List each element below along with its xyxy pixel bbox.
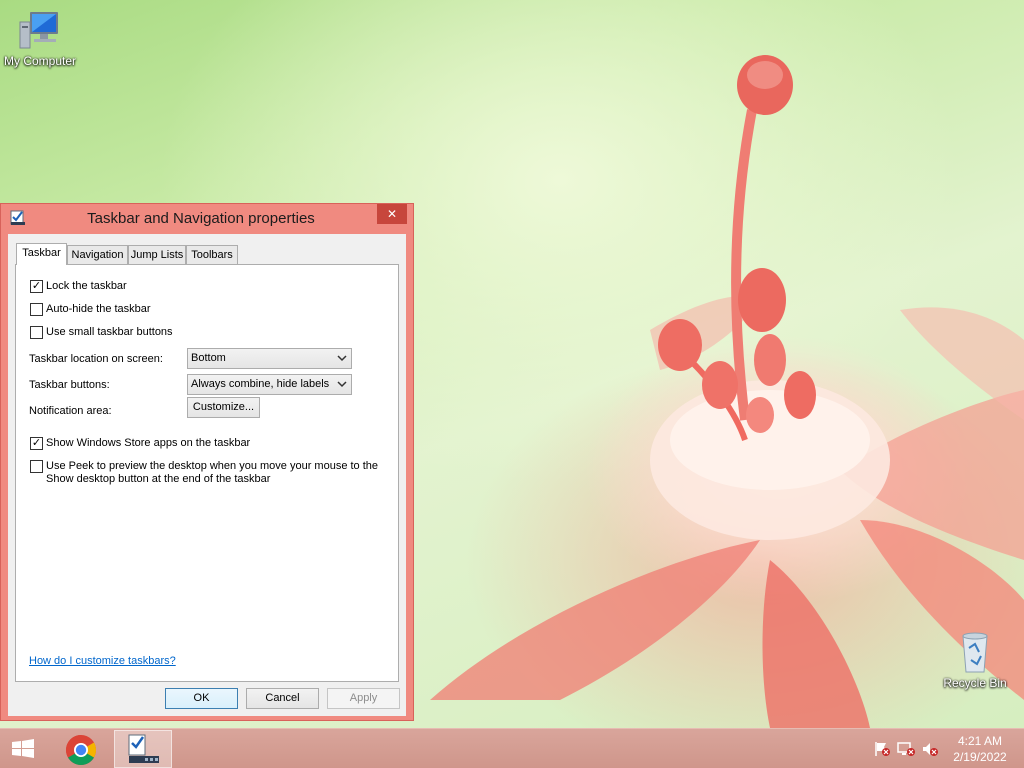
tab-jump-lists[interactable]: Jump Lists [128, 245, 186, 264]
small-buttons-label: Use small taskbar buttons [46, 326, 173, 338]
lock-taskbar-checkbox[interactable]: ✓ [30, 280, 43, 293]
auto-hide-label: Auto-hide the taskbar [46, 303, 151, 315]
title-bar[interactable]: Taskbar and Navigation properties ✕ [1, 204, 413, 232]
tab-navigation[interactable]: Navigation [67, 245, 128, 264]
desktop-icon-my-computer[interactable]: My Computer [0, 10, 80, 68]
tab-taskbar[interactable]: Taskbar [16, 243, 67, 265]
tab-toolbars[interactable]: Toolbars [186, 245, 238, 264]
start-icon [12, 739, 34, 758]
system-clock[interactable]: 4:21 AM 2/19/2022 [940, 733, 1020, 765]
taskbar-location-value: Bottom [191, 352, 226, 364]
action-center-flag-icon[interactable] [873, 741, 891, 757]
taskbar-chrome-button[interactable] [52, 730, 110, 768]
store-apps-label: Show Windows Store apps on the taskbar [46, 437, 251, 449]
cancel-button[interactable]: Cancel [246, 688, 319, 709]
taskbar-buttons-label: Taskbar buttons: [29, 379, 110, 391]
recycle-bin-icon [962, 632, 988, 673]
chrome-icon [65, 735, 97, 766]
help-link[interactable]: How do I customize taskbars? [29, 655, 176, 667]
taskbar-properties-dialog: Taskbar and Navigation properties ✕ Task… [0, 203, 414, 721]
apply-button[interactable]: Apply [327, 688, 400, 709]
chevron-down-icon [337, 355, 347, 362]
taskbar-buttons-select[interactable]: Always combine, hide labels [187, 374, 352, 395]
taskbar-properties-button[interactable] [114, 730, 172, 768]
customize-button[interactable]: Customize... [187, 397, 260, 418]
start-button[interactable] [8, 737, 38, 761]
auto-hide-checkbox[interactable] [30, 303, 43, 316]
taskbar-properties-icon [128, 734, 159, 763]
lock-taskbar-label: Lock the taskbar [46, 280, 127, 292]
network-icon[interactable] [897, 741, 915, 757]
taskbar-tab-panel: ✓ Lock the taskbar Auto-hide the taskbar… [15, 264, 399, 682]
peek-checkbox[interactable] [30, 460, 43, 473]
desktop-icon-label: My Computer [3, 54, 77, 68]
close-button[interactable]: ✕ [377, 204, 407, 224]
peek-label: Use Peek to preview the desktop when you… [46, 460, 379, 485]
taskbar-buttons-value: Always combine, hide labels [191, 378, 330, 390]
volume-muted-icon[interactable] [921, 741, 939, 757]
store-apps-checkbox[interactable]: ✓ [30, 437, 43, 450]
taskbar-location-label: Taskbar location on screen: [29, 353, 163, 365]
dialog-title: Taskbar and Navigation properties [87, 210, 315, 227]
clock-date: 2/19/2022 [953, 750, 1007, 764]
taskbar: 4:21 AM 2/19/2022 [0, 728, 1024, 768]
desktop-icon-recycle-bin[interactable]: Recycle Bin [935, 630, 1015, 690]
ok-button[interactable]: OK [165, 688, 238, 709]
clock-time: 4:21 AM [957, 734, 1003, 748]
close-icon: ✕ [386, 207, 398, 221]
small-buttons-checkbox[interactable] [30, 326, 43, 339]
taskbar-location-select[interactable]: Bottom [187, 348, 352, 369]
dialog-client-area: Taskbar Navigation Jump Lists Toolbars ✓… [8, 234, 406, 716]
notification-area-label: Notification area: [29, 405, 112, 417]
desktop-icon-label: Recycle Bin [943, 676, 1007, 690]
computer-icon [19, 12, 58, 49]
chevron-down-icon [337, 381, 347, 388]
